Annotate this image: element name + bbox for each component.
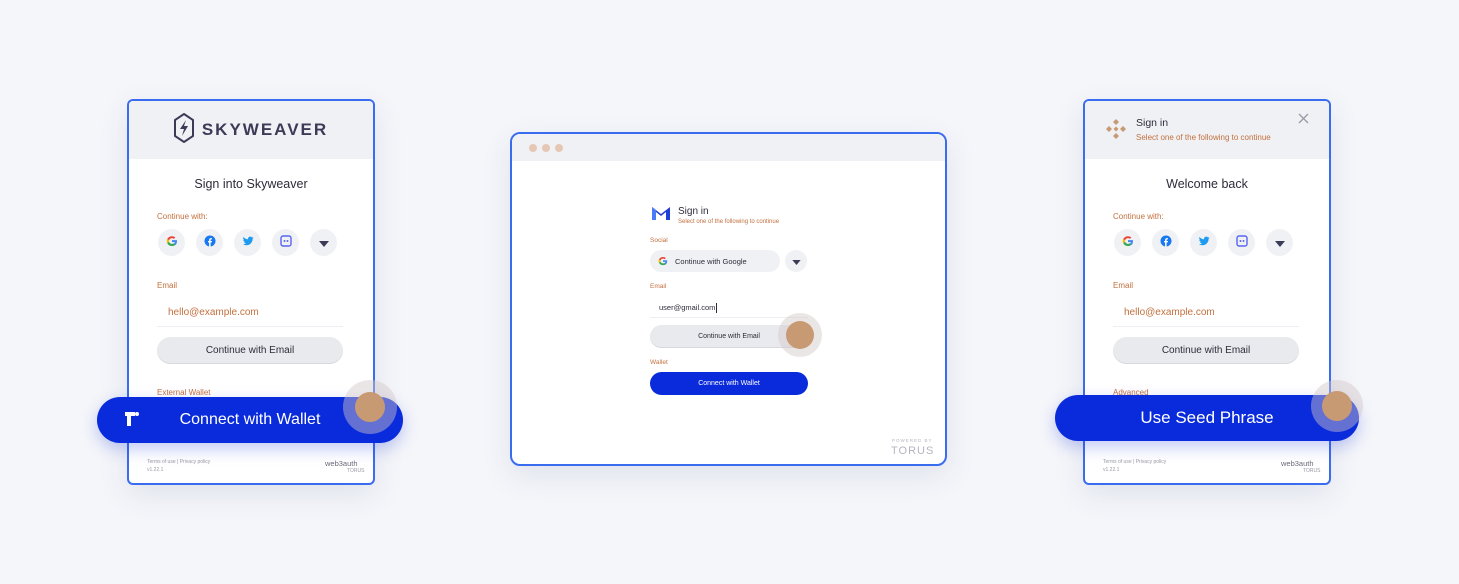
seed-phrase-label: Use Seed Phrase bbox=[1140, 408, 1274, 427]
torus-label: TORUS bbox=[1303, 468, 1321, 474]
torus-label: TORUS bbox=[347, 468, 365, 474]
email-value: user@gmail.com bbox=[659, 303, 716, 312]
email-input[interactable]: user@gmail.com bbox=[650, 298, 808, 318]
facebook-icon bbox=[1160, 234, 1172, 252]
email-input[interactable]: hello@example.com bbox=[1113, 299, 1299, 327]
window-maximize-dot[interactable] bbox=[555, 144, 563, 152]
browser-titlebar bbox=[512, 134, 945, 161]
cursor-pointer bbox=[786, 321, 814, 349]
facebook-icon bbox=[204, 234, 216, 252]
footer-version: v1.22.1 bbox=[1103, 467, 1120, 473]
web3auth-logo: web3auth bbox=[1281, 459, 1314, 468]
canvas: SKYWEAVER Sign into Skyweaver Continue w… bbox=[0, 0, 1459, 584]
web3auth-logo: web3auth bbox=[325, 459, 358, 468]
twitter-icon bbox=[1198, 234, 1210, 252]
window-minimize-dot[interactable] bbox=[542, 144, 550, 152]
skyweaver-logo-icon bbox=[173, 112, 194, 148]
gmail-logo-icon bbox=[651, 205, 671, 226]
binance-logo-icon bbox=[1104, 117, 1128, 146]
google-login-button[interactable] bbox=[1114, 229, 1141, 256]
twitter-icon bbox=[242, 234, 254, 252]
twitter-login-button[interactable] bbox=[234, 229, 261, 256]
more-options-button[interactable] bbox=[310, 229, 337, 256]
text-cursor bbox=[716, 302, 718, 313]
discord-login-button[interactable] bbox=[1228, 229, 1255, 256]
email-label: Email bbox=[157, 281, 178, 290]
signin-title: Sign in bbox=[678, 206, 709, 217]
powered-by-label: POWERED BY bbox=[892, 438, 933, 443]
google-login-button[interactable] bbox=[158, 229, 185, 256]
cursor-pointer bbox=[355, 392, 385, 422]
more-options-button[interactable] bbox=[1266, 229, 1293, 256]
signin-subtitle: Select one of the following to continue bbox=[1136, 133, 1271, 142]
email-placeholder: hello@example.com bbox=[168, 307, 259, 318]
torus-logo: TORUS bbox=[891, 445, 935, 457]
connect-with-wallet-button[interactable]: Connect with Wallet bbox=[650, 372, 808, 395]
email-placeholder: hello@example.com bbox=[1124, 307, 1215, 318]
chevron-down-icon bbox=[791, 252, 801, 270]
continue-with-email-button[interactable]: Continue with Email bbox=[157, 337, 343, 364]
discord-icon bbox=[279, 234, 292, 252]
facebook-login-button[interactable] bbox=[196, 229, 223, 256]
signin-title: Sign in bbox=[1136, 117, 1169, 129]
continue-with-google-button[interactable]: Continue with Google bbox=[650, 250, 780, 272]
discord-login-button[interactable] bbox=[272, 229, 299, 256]
social-label: Social bbox=[650, 237, 668, 244]
google-icon bbox=[1122, 234, 1134, 252]
footer-links[interactable]: Terms of use | Privacy policy bbox=[147, 459, 210, 465]
twitter-login-button[interactable] bbox=[1190, 229, 1217, 256]
footer-links[interactable]: Terms of use | Privacy policy bbox=[1103, 459, 1166, 465]
close-icon[interactable] bbox=[1298, 111, 1309, 129]
facebook-login-button[interactable] bbox=[1152, 229, 1179, 256]
browser-window-card: Sign in Select one of the following to c… bbox=[510, 132, 947, 466]
continue-with-label: Continue with: bbox=[1113, 212, 1164, 221]
wallet-label: Wallet bbox=[650, 359, 668, 366]
page-title: Welcome back bbox=[1166, 177, 1248, 191]
torus-t-icon bbox=[124, 410, 140, 428]
signin-subtitle: Select one of the following to continue bbox=[678, 219, 780, 225]
chevron-down-icon bbox=[318, 234, 329, 252]
page-title: Sign into Skyweaver bbox=[194, 177, 308, 191]
continue-with-label: Continue with: bbox=[157, 212, 208, 221]
window-close-dot[interactable] bbox=[529, 144, 537, 152]
card-header: SKYWEAVER bbox=[129, 101, 373, 159]
continue-with-email-button[interactable]: Continue with Email bbox=[1113, 337, 1299, 364]
google-icon bbox=[166, 234, 178, 252]
external-wallet-label: External Wallet bbox=[157, 388, 211, 397]
brand-name: SKYWEAVER bbox=[201, 120, 329, 139]
discord-icon bbox=[1235, 234, 1248, 252]
email-label: Email bbox=[1113, 281, 1134, 290]
card-header: Sign in Select one of the following to c… bbox=[1085, 101, 1329, 159]
email-input[interactable]: hello@example.com bbox=[157, 299, 343, 327]
more-social-button[interactable] bbox=[785, 250, 807, 272]
google-icon bbox=[658, 256, 668, 266]
chevron-down-icon bbox=[1274, 234, 1285, 252]
google-button-label: Continue with Google bbox=[675, 256, 747, 266]
email-label: Email bbox=[650, 283, 667, 290]
cursor-pointer bbox=[1322, 391, 1352, 421]
footer-version: v1.22.1 bbox=[147, 467, 164, 473]
connect-wallet-label: Connect with Wallet bbox=[179, 411, 321, 428]
